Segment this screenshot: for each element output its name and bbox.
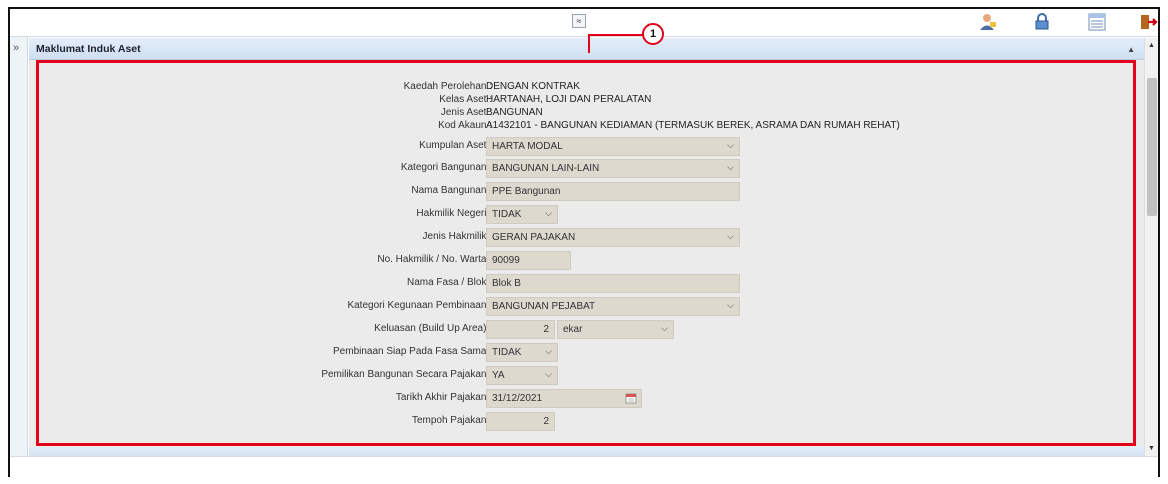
app-window: ≈ » Maklumat Induk Aset ▲ Kaedah Peroleh… xyxy=(8,7,1160,477)
panel-header[interactable]: Maklumat Induk Aset ▲ xyxy=(29,38,1144,60)
footer-area xyxy=(10,456,1158,477)
logout-icon[interactable] xyxy=(1138,13,1158,31)
expand-icon[interactable]: » xyxy=(13,42,19,54)
callout-connector-horizontal xyxy=(588,34,643,36)
lock-icon[interactable] xyxy=(1032,13,1052,31)
top-toolbar: ≈ xyxy=(10,9,1158,37)
scroll-down-icon[interactable]: ▼ xyxy=(1148,445,1155,452)
side-collapse-strip[interactable]: » xyxy=(10,37,28,477)
user-icon[interactable] xyxy=(978,13,998,31)
scroll-up-icon[interactable]: ▲ xyxy=(1148,42,1155,49)
collapse-toolbar-button[interactable]: ≈ xyxy=(572,14,586,28)
panel-title: Maklumat Induk Aset xyxy=(36,43,141,55)
vertical-scrollbar[interactable]: ▲ ▼ xyxy=(1144,38,1158,456)
callout-connector xyxy=(588,34,590,53)
callout-highlight-box xyxy=(36,60,1136,446)
list-view-icon[interactable] xyxy=(1087,13,1107,31)
collapse-panel-icon[interactable]: ▲ xyxy=(1127,45,1135,54)
callout-number-badge: 1 xyxy=(642,23,664,45)
scrollbar-thumb[interactable] xyxy=(1147,78,1157,216)
